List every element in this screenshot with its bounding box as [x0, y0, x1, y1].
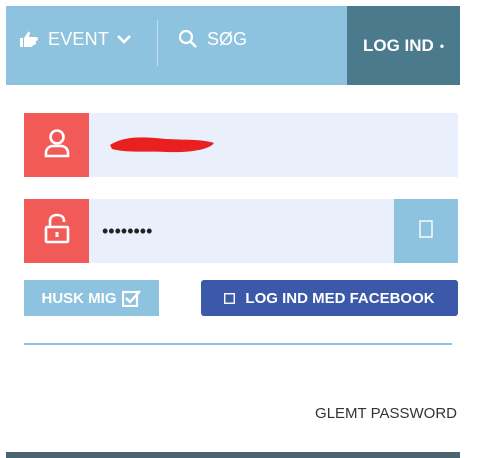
show-password-button[interactable] — [394, 199, 458, 263]
eye-toggle-icon — [419, 219, 433, 243]
facebook-login-label: LOG IND MED FACEBOOK — [245, 289, 435, 307]
redaction-scribble — [110, 137, 214, 153]
checkbox-icon — [121, 289, 142, 307]
form-divider — [24, 343, 452, 345]
search-label: SØG — [207, 28, 248, 49]
unlock-icon — [43, 213, 71, 250]
event-menu-label: EVENT — [48, 28, 110, 49]
password-input[interactable] — [102, 213, 402, 249]
unlock-icon-box — [24, 199, 89, 263]
forgot-password-link[interactable]: GLEMT PASSWORD — [315, 405, 457, 422]
hand-pointer-icon — [18, 30, 40, 48]
user-icon-box — [24, 113, 89, 177]
facebook-login-button[interactable]: LOG IND MED FACEBOOK — [201, 280, 458, 316]
login-tab[interactable]: LOG IND • — [347, 6, 460, 85]
bottom-bar — [6, 452, 460, 458]
login-tab-dot: • — [439, 38, 445, 53]
nav-divider — [157, 20, 158, 66]
remember-me-button[interactable]: HUSK MIG — [24, 280, 159, 316]
event-menu-button[interactable]: EVENT — [18, 25, 131, 53]
chevron-down-icon — [117, 34, 131, 44]
search-button[interactable]: SØG — [178, 25, 247, 53]
username-field-row — [24, 113, 458, 177]
user-icon — [42, 127, 72, 164]
login-tab-label: LOG IND — [362, 35, 434, 55]
facebook-icon — [224, 292, 236, 304]
search-icon — [178, 29, 198, 49]
remember-me-label: HUSK MIG — [41, 289, 117, 307]
password-field-row — [24, 199, 458, 263]
